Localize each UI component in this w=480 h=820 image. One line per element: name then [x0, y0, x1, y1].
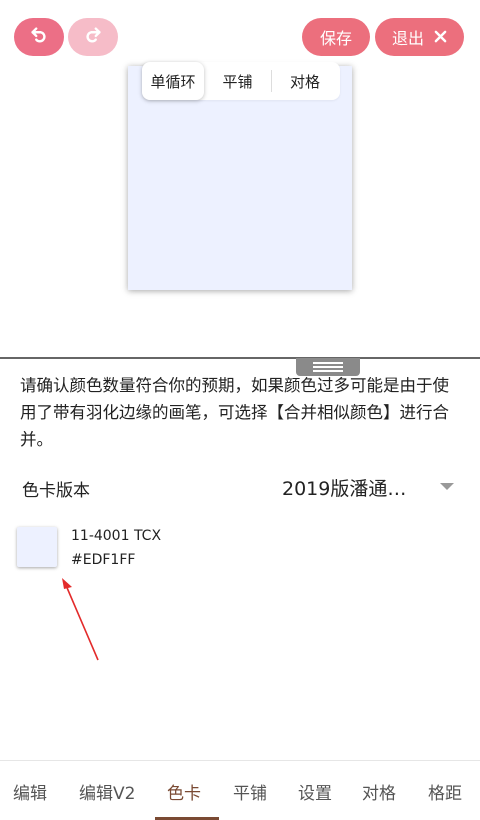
color-swatch[interactable] — [17, 527, 57, 567]
annotation-arrow-icon — [62, 578, 99, 661]
exit-button[interactable]: 退出 — [375, 18, 464, 56]
color-card-version-select[interactable]: 2019版潘通… — [282, 472, 460, 502]
handle-grip-line — [313, 362, 343, 364]
dropdown-arrow-icon — [440, 483, 454, 490]
nav-edit[interactable]: 编辑 — [13, 779, 47, 804]
color-card-version-label: 色卡版本 — [22, 481, 90, 501]
tab-single-loop[interactable]: 单循环 — [142, 62, 204, 100]
preview-mode-tabs: 单循环 平铺 对格 — [142, 62, 340, 100]
redo-button[interactable] — [68, 18, 118, 56]
undo-icon — [28, 24, 50, 50]
color-card-version-value: 2019版潘通… — [282, 477, 407, 500]
bottom-nav: 编辑 编辑V2 色卡 平铺 设置 对格 格距 — [0, 761, 480, 820]
nav-edit-v2[interactable]: 编辑V2 — [79, 779, 135, 804]
save-label: 保存 — [319, 29, 352, 48]
exit-label: 退出 — [391, 29, 424, 48]
close-icon — [434, 28, 447, 47]
save-button[interactable]: 保存 — [302, 18, 370, 56]
nav-tile[interactable]: 平铺 — [233, 779, 267, 804]
color-count-hint: 请确认颜色数量符合你的预期，如果颜色过多可能是由于使用了带有羽化边缘的画笔，可选… — [20, 376, 449, 449]
redo-icon — [82, 24, 104, 50]
swatch-pantone-code: 11-4001 TCX — [71, 528, 162, 544]
nav-align-grid[interactable]: 对格 — [362, 779, 396, 804]
handle-grip-line — [313, 366, 343, 368]
nav-grid-spacing[interactable]: 格距 — [428, 779, 462, 804]
panel-divider — [0, 357, 480, 359]
tab-align-grid[interactable]: 对格 — [272, 62, 338, 100]
tab-tile[interactable]: 平铺 — [204, 70, 272, 92]
undo-button[interactable] — [14, 18, 64, 56]
swatch-hex-value: #EDF1FF — [71, 552, 136, 568]
nav-color-card[interactable]: 色卡 — [167, 779, 201, 804]
nav-settings[interactable]: 设置 — [298, 779, 332, 804]
